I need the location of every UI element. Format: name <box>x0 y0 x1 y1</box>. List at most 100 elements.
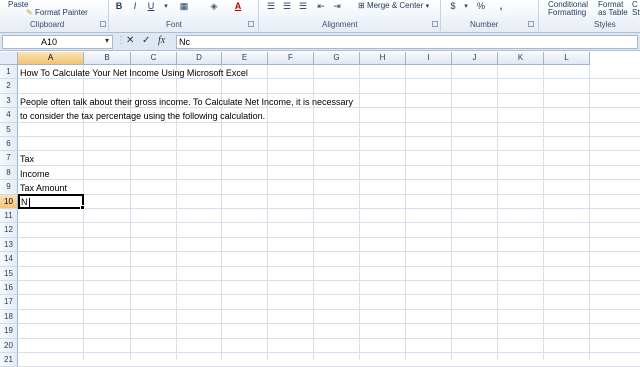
row-gridline <box>18 251 640 253</box>
row-header-3[interactable]: 3 <box>0 93 18 109</box>
bold-button[interactable]: B <box>114 0 124 12</box>
align-center-icon[interactable]: ☰ <box>282 0 292 12</box>
cell-a9[interactable]: Tax Amount <box>20 181 67 195</box>
text-cursor <box>28 198 30 208</box>
row-header-11[interactable]: 11 <box>0 209 18 224</box>
column-header-k[interactable]: K <box>498 52 544 65</box>
chevron-down-icon: ▾ <box>425 3 430 10</box>
group-divider <box>440 0 441 31</box>
row-gridline <box>18 92 640 94</box>
row-header-14[interactable]: 14 <box>0 252 18 267</box>
alignment-launcher-icon[interactable] <box>432 21 438 27</box>
alignment-group-label: Alignment <box>322 20 358 29</box>
name-box-value: A10 <box>41 37 58 47</box>
percent-button[interactable]: % <box>476 0 486 12</box>
row-header-18[interactable]: 18 <box>0 309 18 325</box>
column-gridline <box>359 65 360 360</box>
row-gridline <box>18 265 640 267</box>
row-header-7[interactable]: 7 <box>0 151 18 166</box>
styles-group-label: Styles <box>594 20 616 29</box>
format-as-table-button[interactable]: Format as Table <box>596 0 630 18</box>
grip-icon: ⋮ <box>116 35 126 46</box>
row-gridline <box>18 222 640 224</box>
row-gridline <box>18 150 640 152</box>
cell-a3[interactable]: People often talk about their gross inco… <box>20 95 353 109</box>
clipboard-group-label: Clipboard <box>30 20 65 29</box>
font-color-button[interactable]: A <box>233 0 243 12</box>
row-header-17[interactable]: 17 <box>0 295 18 310</box>
cell-a7[interactable]: Tax <box>20 152 34 166</box>
fill-handle[interactable] <box>80 205 85 210</box>
format-painter-label: Format Painter <box>34 8 88 17</box>
column-header-i[interactable]: I <box>406 52 452 65</box>
row-header-15[interactable]: 15 <box>0 266 18 281</box>
column-header-h[interactable]: H <box>360 52 406 65</box>
select-all-button[interactable] <box>0 52 18 65</box>
row-gridline <box>18 294 640 296</box>
column-header-a[interactable]: A <box>18 52 84 65</box>
currency-button[interactable]: $ <box>448 0 458 12</box>
align-right-icon[interactable]: ☰ <box>298 0 308 12</box>
row-gridline <box>18 193 640 195</box>
cell-a1[interactable]: How To Calculate Your Net Income Using M… <box>20 66 248 80</box>
insert-function-button[interactable]: fx <box>158 35 165 46</box>
row-header-12[interactable]: 12 <box>0 223 18 238</box>
format-painter-button[interactable]: ✎ Format Painter <box>26 8 88 18</box>
font-launcher-icon[interactable] <box>248 21 254 27</box>
enter-button[interactable]: ✓ <box>142 35 150 46</box>
row-gridline <box>18 208 640 209</box>
increase-indent-icon[interactable]: ⇥ <box>332 0 342 12</box>
row-header-1[interactable]: 1 <box>0 65 18 80</box>
row-header-4[interactable]: 4 <box>0 108 18 123</box>
clipboard-launcher-icon[interactable] <box>100 21 106 27</box>
column-gridline <box>543 65 544 360</box>
number-launcher-icon[interactable] <box>528 21 534 27</box>
row-header-16[interactable]: 16 <box>0 281 18 296</box>
underline-dropdown-icon[interactable]: ▾ <box>162 0 170 12</box>
column-header-l[interactable]: L <box>544 52 590 65</box>
column-gridline <box>589 65 590 360</box>
fill-color-icon[interactable]: ◈ <box>208 0 220 12</box>
column-header-f[interactable]: F <box>268 52 314 65</box>
row-header-6[interactable]: 6 <box>0 137 18 152</box>
italic-button[interactable]: I <box>130 0 140 12</box>
group-divider <box>258 0 259 31</box>
row-header-5[interactable]: 5 <box>0 122 18 137</box>
worksheet-grid[interactable]: ABCDEFGHIJKL 1 2 3 4 5 6 7 8 9 10 11 12 13 14 15 16 17 18… <box>0 52 640 367</box>
row-header-10[interactable]: 10 <box>0 194 18 209</box>
font-group-label: Font <box>166 20 183 29</box>
row-header-13[interactable]: 13 <box>0 237 18 253</box>
cell-styles-label-2: Sty <box>632 8 640 17</box>
column-header-b[interactable]: B <box>84 52 131 65</box>
comma-button[interactable]: , <box>496 0 506 12</box>
borders-icon[interactable]: ▦ <box>178 0 190 12</box>
row-header-8[interactable]: 8 <box>0 165 18 181</box>
column-gridline <box>405 65 406 360</box>
column-header-d[interactable]: D <box>177 52 222 65</box>
cell-a4[interactable]: to consider the tax percentage using the… <box>20 109 265 123</box>
formula-bar: A10 ▾ ⋮ ✕ ✓ fx Nc <box>0 33 640 51</box>
row-header-9[interactable]: 9 <box>0 180 18 195</box>
active-cell-a10[interactable]: N <box>18 194 85 210</box>
row-header-20[interactable]: 20 <box>0 338 18 353</box>
row-gridline <box>18 280 640 281</box>
align-left-icon[interactable]: ☰ <box>266 0 276 12</box>
format-as-table-label-2: as Table <box>598 8 628 17</box>
column-header-e[interactable]: E <box>222 52 268 65</box>
formula-input[interactable]: Nc <box>176 35 638 49</box>
row-header-21[interactable]: 21 <box>0 353 18 367</box>
name-box[interactable]: A10 ▾ <box>2 35 113 49</box>
row-header-2[interactable]: 2 <box>0 79 18 94</box>
currency-dropdown-icon[interactable]: ▾ <box>462 0 470 12</box>
conditional-formatting-button[interactable]: Conditional Formatting <box>544 0 592 18</box>
row-header-19[interactable]: 19 <box>0 324 18 339</box>
decrease-indent-icon[interactable]: ⇤ <box>316 0 326 12</box>
cell-a8[interactable]: Income <box>20 167 50 181</box>
cancel-button[interactable]: ✕ <box>126 35 134 46</box>
column-header-c[interactable]: C <box>131 52 177 65</box>
underline-button[interactable]: U <box>146 0 156 12</box>
column-header-g[interactable]: G <box>314 52 360 65</box>
column-header-j[interactable]: J <box>452 52 498 65</box>
cell-styles-button[interactable]: C Sty <box>630 0 640 18</box>
merge-center-button[interactable]: ⊞ Merge & Center ▾ <box>358 1 429 12</box>
